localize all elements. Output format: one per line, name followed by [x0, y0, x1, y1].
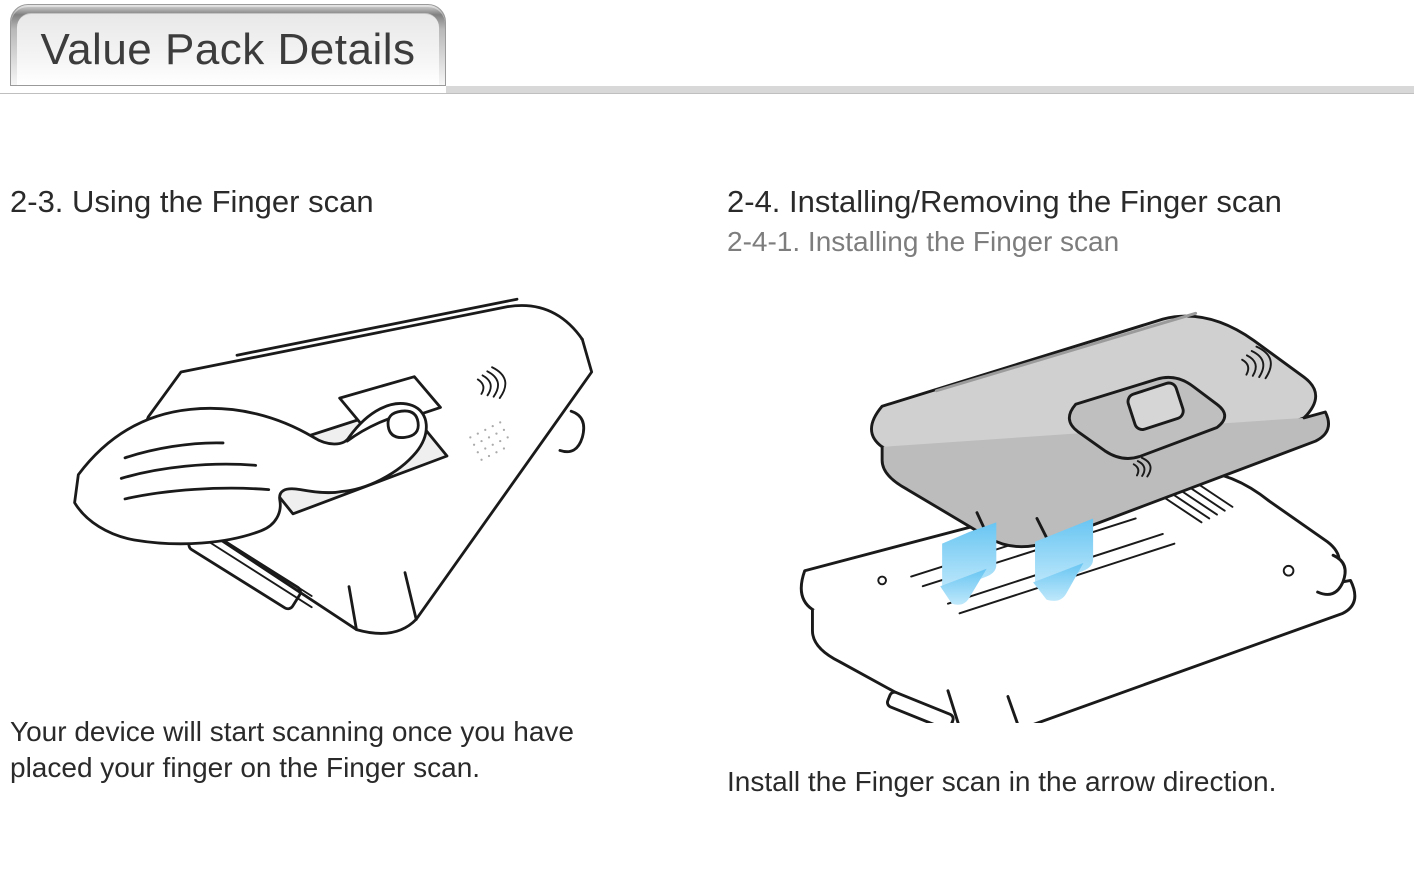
- columns: 2-3. Using the Finger scan: [0, 100, 1414, 800]
- subheading-2-4-1: 2-4-1. Installing the Finger scan: [727, 226, 1404, 258]
- header-rule: [0, 86, 1414, 98]
- manual-page: Value Pack Details 2-3. Using the Finger…: [0, 0, 1414, 882]
- figure-installing-finger-scan: [727, 276, 1404, 730]
- figure-using-finger-scan: [10, 226, 687, 686]
- column-right: 2-4. Installing/Removing the Finger scan…: [727, 184, 1404, 800]
- section-tab: Value Pack Details: [10, 4, 446, 86]
- heading-2-3: 2-3. Using the Finger scan: [10, 184, 687, 220]
- body-text-left: Your device will start scanning once you…: [10, 714, 650, 786]
- section-tab-label: Value Pack Details: [40, 25, 415, 75]
- column-left: 2-3. Using the Finger scan: [10, 184, 687, 800]
- section-tab-inner: Value Pack Details: [17, 13, 439, 85]
- tab-strip: Value Pack Details: [0, 0, 1414, 100]
- body-text-right: Install the Finger scan in the arrow dir…: [727, 764, 1367, 800]
- heading-2-4: 2-4. Installing/Removing the Finger scan: [727, 184, 1404, 220]
